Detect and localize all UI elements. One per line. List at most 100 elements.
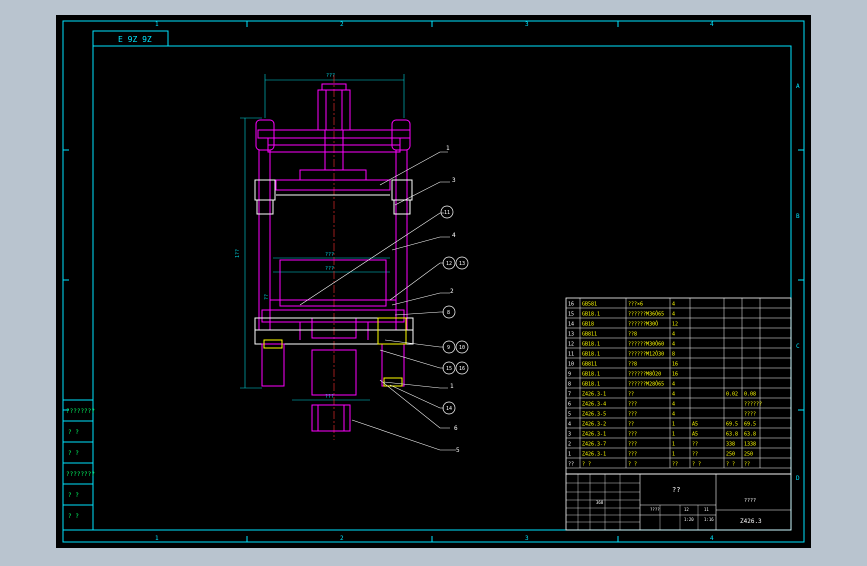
balloon-14: 14 [446, 406, 452, 412]
balloon-3: 3 [452, 177, 456, 184]
balloon-11: 11 [444, 210, 450, 216]
bom-cell: GB18.1 [582, 342, 600, 348]
bom-cell: ??? [628, 442, 637, 448]
cad-viewport[interactable]: 1 2 3 4 1 2 3 4 A B C D E 9Z 9Z ????????… [0, 0, 867, 562]
bom-cell: 1 [672, 442, 675, 448]
bom-cell: 1 [672, 452, 675, 458]
bom-cell: ?????? [744, 402, 762, 408]
bom-cell: 16 [672, 362, 678, 368]
bom-cell: 4 [672, 312, 675, 318]
bom-cell: ??? [628, 432, 637, 438]
bom-cell: GB18.1 [582, 312, 600, 318]
bom-cell: ?? [628, 422, 634, 428]
balloon-1b: 1 [450, 383, 454, 390]
bom-cell: GB811 [582, 332, 597, 338]
balloon-5: 5 [456, 447, 460, 454]
bottom-zone-2: 2 [340, 535, 344, 542]
bom-header-cell: ?? [568, 462, 574, 468]
right-zone-b: B [796, 213, 800, 220]
balloon-15: 15 [446, 366, 452, 372]
bom-cell: 1 [672, 422, 675, 428]
bom-cell: 1 [672, 432, 675, 438]
bottom-zone-4: 4 [710, 535, 714, 542]
balloon-4: 4 [452, 232, 456, 239]
bom-header-cell: ? ? [582, 462, 591, 468]
bom-cell: 4 [672, 382, 675, 388]
bom-cell: 12 [568, 342, 574, 348]
bom-cell: 13 [568, 332, 574, 338]
bom-header-cell: ? ? [726, 462, 735, 468]
bom-cell: 338 [726, 442, 735, 448]
stamp-cell-3: ? ? [68, 450, 79, 457]
drawing-canvas[interactable]: 1 2 3 4 1 2 3 4 A B C D E 9Z 9Z ????????… [0, 0, 867, 562]
dim-mid1-label: ??? [325, 252, 334, 258]
bom-cell: 63.8 [744, 432, 756, 438]
bom-cell: ?? [692, 452, 698, 458]
top-zone-4: 4 [710, 21, 714, 28]
bom-cell: 0.02 [726, 392, 738, 398]
bom-cell: 5 [568, 412, 571, 418]
bom-cell: Z426.3-5 [582, 412, 606, 418]
balloon-16: 16 [459, 366, 465, 372]
stamp-cell-5: ? ? [68, 492, 79, 499]
dim-top-label: ??? [326, 73, 335, 79]
bom-cell: ?? [692, 442, 698, 448]
bom-cell: 0.08 [744, 392, 756, 398]
stamp-text: E 9Z 9Z [118, 35, 152, 44]
bom-cell: 12 [672, 322, 678, 328]
bom-cell: 1 [568, 452, 571, 458]
bom-cell: 8 [568, 382, 571, 388]
title-small-4: 1:20 [684, 517, 694, 522]
drawing-number: Z426.3 [740, 518, 762, 525]
stamp-cell-1: ???????? [66, 408, 95, 415]
right-zone-c: C [796, 343, 800, 350]
dim-mid2-label: ??? [325, 266, 334, 272]
bom-cell: 2 [568, 442, 571, 448]
top-zone-3: 3 [525, 21, 529, 28]
bom-cell: GB18.1 [582, 352, 600, 358]
bom-cell: Z426.3-1 [582, 432, 606, 438]
title-small-1: ???? [650, 507, 660, 512]
balloon-8: 8 [447, 310, 450, 316]
bom-cell: ???×6 [628, 302, 643, 308]
bom-cell: 4 [672, 392, 675, 398]
bottom-zone-3: 3 [525, 535, 529, 542]
bom-cell: 4 [672, 332, 675, 338]
title-right-text: ???? [744, 498, 756, 504]
bom-cell: 69.5 [726, 422, 738, 428]
bom-cell: ??????M28Ô65 [628, 381, 664, 388]
bom-cell: A5 [692, 422, 698, 428]
bom-cell: 8 [672, 352, 675, 358]
balloon-13: 13 [459, 261, 465, 267]
bom-cell: ??????M30Ô [628, 321, 658, 328]
bom-cell: ??? [628, 402, 637, 408]
bom-cell: Z426.3-1 [582, 452, 606, 458]
bom-header-cell: ?? [672, 462, 678, 468]
title-small-5: 1:16 [704, 517, 714, 522]
title-main: ?? [672, 486, 680, 494]
balloon-2: 2 [450, 288, 454, 295]
bom-cell: 10 [568, 362, 574, 368]
bom-cell: 11 [568, 352, 574, 358]
bom-cell: 3 [568, 432, 571, 438]
bom-cell: GB18 [582, 322, 594, 328]
bom-cell: 16 [568, 302, 574, 308]
bom-cell: 16 [672, 372, 678, 378]
bom-cell: GB18.1 [582, 372, 600, 378]
right-zone-d: D [796, 475, 800, 482]
bom-cell: 250 [744, 452, 753, 458]
title-small-2: 12 [684, 507, 689, 512]
bom-cell: 7 [568, 392, 571, 398]
bom-cell: 4 [672, 412, 675, 418]
bom-cell: ??? [628, 452, 637, 458]
bom-cell: ???? [744, 412, 756, 418]
bom-cell: 4 [672, 302, 675, 308]
right-zone-a: A [796, 83, 800, 90]
balloon-9: 9 [447, 345, 450, 351]
bom-cell: 63.8 [726, 432, 738, 438]
bom-cell: ??? [628, 412, 637, 418]
stamp-cell-4: ???????? [66, 471, 95, 478]
bom-cell: 4 [672, 342, 675, 348]
stamp-cell-6: ? ? [68, 513, 79, 520]
bom-cell: 1338 [744, 442, 756, 448]
